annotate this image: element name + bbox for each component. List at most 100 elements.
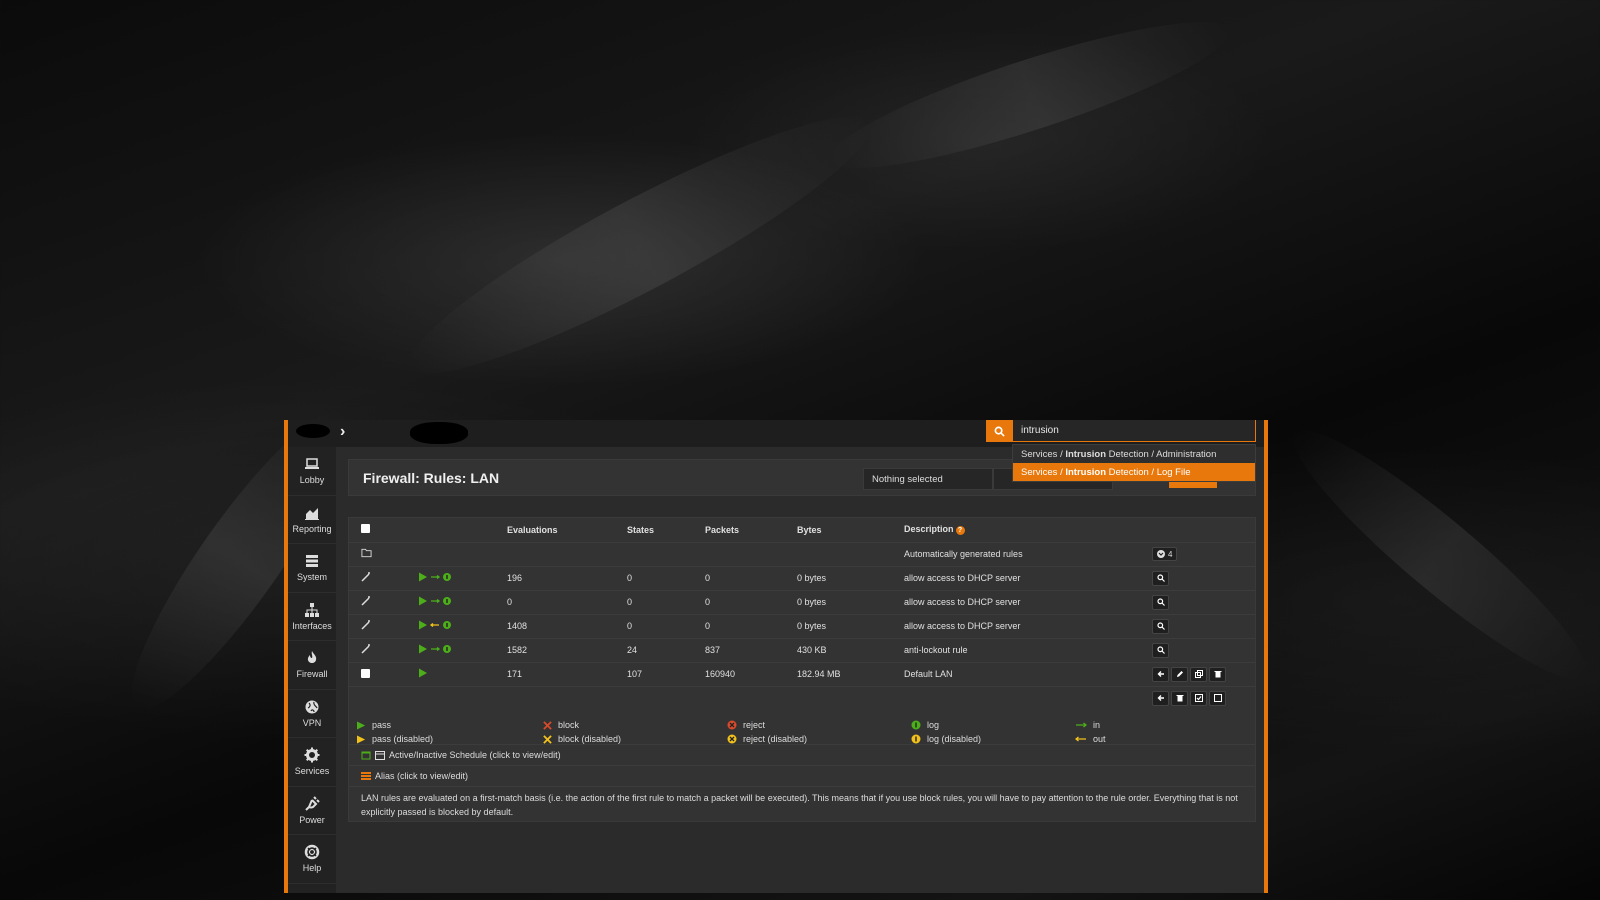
- search-button[interactable]: [986, 420, 1012, 442]
- description-cell: allow access to DHCP server: [902, 565, 1150, 590]
- search-icon: [1156, 574, 1165, 582]
- table-row-user[interactable]: 171 107 160940 182.94 MB Default LAN: [349, 661, 1255, 686]
- sidebar-item-lobby[interactable]: Lobby: [288, 447, 336, 496]
- legend-reject: reject: [743, 720, 766, 730]
- redacted-hostname: [410, 422, 468, 444]
- legend-out: out: [1093, 734, 1106, 744]
- states-cell: 0: [625, 589, 703, 614]
- rules-panel: Evaluations States Packets Bytes Descrip…: [348, 517, 1256, 822]
- sidebar-item-vpn[interactable]: VPN: [288, 690, 336, 738]
- block-icon: [543, 720, 552, 730]
- help-icon[interactable]: ?: [955, 526, 965, 536]
- sidebar-item-power[interactable]: Power: [288, 787, 336, 835]
- packets-cell: 0: [703, 613, 795, 638]
- sidebar-item-firewall[interactable]: Firewall: [288, 641, 336, 690]
- states-cell: 24: [625, 637, 703, 662]
- pass-in-log-icons: [419, 596, 451, 606]
- expand-group-button[interactable]: 4: [1152, 547, 1178, 561]
- header-packets: Packets: [705, 524, 740, 535]
- server-icon: [306, 555, 318, 568]
- sidebar-item-interfaces[interactable]: Interfaces: [288, 593, 336, 641]
- sidebar: Lobby Reporting System Interfaces Firewa…: [288, 447, 336, 893]
- sidebar-item-reporting[interactable]: Reporting: [288, 496, 336, 544]
- view-rule-button[interactable]: [1152, 642, 1169, 658]
- sidebar-item-services[interactable]: Services: [288, 738, 336, 787]
- table-row[interactable]: 196 0 0 0 bytes allow access to DHCP ser…: [349, 565, 1255, 590]
- result-match: Intrusion: [1065, 449, 1106, 460]
- log-icon: [911, 720, 921, 730]
- legend-log-disabled: log (disabled): [927, 734, 982, 744]
- sidebar-item-help[interactable]: Help: [288, 835, 336, 884]
- log-disabled-icon: [911, 734, 921, 744]
- packets-cell: 160940: [703, 661, 795, 686]
- evaluations-cell: 0: [505, 589, 625, 614]
- move-selected-button[interactable]: [1152, 690, 1169, 706]
- table-header-row: Evaluations States Packets Bytes Descrip…: [349, 518, 1255, 542]
- description-cell: Default LAN: [902, 661, 1150, 686]
- result-prefix: Services /: [1021, 467, 1066, 478]
- states-cell: 0: [625, 613, 703, 638]
- description-cell: allow access to DHCP server: [902, 589, 1150, 614]
- enable-selected-button[interactable]: [1190, 690, 1207, 706]
- bytes-cell: 0 bytes: [795, 565, 902, 590]
- plug-icon: [305, 796, 320, 811]
- view-rule-button[interactable]: [1152, 618, 1169, 634]
- view-rule-button[interactable]: [1152, 570, 1169, 586]
- header-evaluations: Evaluations: [507, 524, 558, 535]
- header-bytes: Bytes: [797, 524, 822, 535]
- pass-in-log-icons: [419, 644, 451, 654]
- delete-rule-button[interactable]: [1209, 666, 1226, 682]
- sitemap-icon: [305, 602, 319, 617]
- magic-wand-icon: [361, 620, 370, 630]
- rules-table: Evaluations States Packets Bytes Descrip…: [349, 518, 1255, 710]
- in-arrow-icon: [1076, 722, 1087, 728]
- sidebar-item-label: Services: [294, 766, 330, 777]
- disable-selected-button[interactable]: [1209, 690, 1226, 706]
- row-checkbox[interactable]: [361, 668, 370, 678]
- evaluations-cell: 196: [505, 565, 625, 590]
- move-rule-button[interactable]: [1152, 666, 1169, 682]
- search-result-administration[interactable]: Services / Intrusion Detection / Adminis…: [1013, 445, 1255, 463]
- top-bar: ›: [288, 420, 1264, 447]
- legend: pass block reject log in pass (disabled)…: [357, 718, 1247, 746]
- table-row[interactable]: 0 0 0 0 bytes allow access to DHCP serve…: [349, 589, 1255, 614]
- reject-icon: [727, 720, 737, 730]
- table-row[interactable]: 1582 24 837 430 KB anti-lockout rule: [349, 637, 1255, 662]
- block-disabled-icon: [543, 734, 552, 744]
- magic-wand-icon: [361, 596, 370, 606]
- packets-cell: 837: [703, 637, 795, 662]
- legend-pass: pass: [372, 720, 392, 730]
- folder-icon: [361, 548, 372, 558]
- table-row[interactable]: 1408 0 0 0 bytes allow access to DHCP se…: [349, 613, 1255, 638]
- interface-select[interactable]: Nothing selected: [863, 468, 993, 490]
- copy-rule-button[interactable]: [1190, 666, 1207, 682]
- calendar-outline-icon: [375, 751, 385, 760]
- reject-disabled-icon: [727, 734, 737, 744]
- sidebar-item-label: System: [296, 572, 327, 583]
- search-result-log-file[interactable]: Services / Intrusion Detection / Log Fil…: [1013, 463, 1255, 481]
- app-window: › Services / Intrusion Detection / Admin…: [284, 420, 1268, 893]
- sidebar-item-label: Firewall: [296, 669, 328, 680]
- sidebar-item-system[interactable]: System: [288, 544, 336, 593]
- legend-pass-disabled: pass (disabled): [372, 734, 434, 744]
- delete-selected-button[interactable]: [1171, 690, 1188, 706]
- result-prefix: Services /: [1021, 449, 1066, 460]
- list-icon: [361, 772, 371, 780]
- legend-block-disabled: block (disabled): [558, 734, 622, 744]
- table-row-group[interactable]: Automatically generated rules 4: [349, 541, 1255, 566]
- chevron-right-icon[interactable]: ›: [340, 423, 345, 441]
- select-all-checkbox[interactable]: [361, 524, 370, 534]
- bytes-cell: 430 KB: [795, 637, 902, 662]
- bytes-cell: 0 bytes: [795, 589, 902, 614]
- group-description: Automatically generated rules: [902, 541, 1150, 566]
- legend-log: log: [927, 720, 940, 730]
- view-rule-button[interactable]: [1152, 594, 1169, 610]
- schedule-info[interactable]: Active/Inactive Schedule (click to view/…: [349, 744, 1255, 765]
- logo[interactable]: [296, 424, 330, 438]
- result-suffix: Detection / Administration: [1106, 449, 1217, 460]
- search-input[interactable]: [1012, 420, 1256, 442]
- edit-rule-button[interactable]: [1171, 666, 1188, 682]
- alias-info[interactable]: Alias (click to view/edit): [349, 765, 1255, 786]
- area-chart-icon: [305, 507, 319, 520]
- sidebar-item-label: Interfaces: [292, 620, 332, 631]
